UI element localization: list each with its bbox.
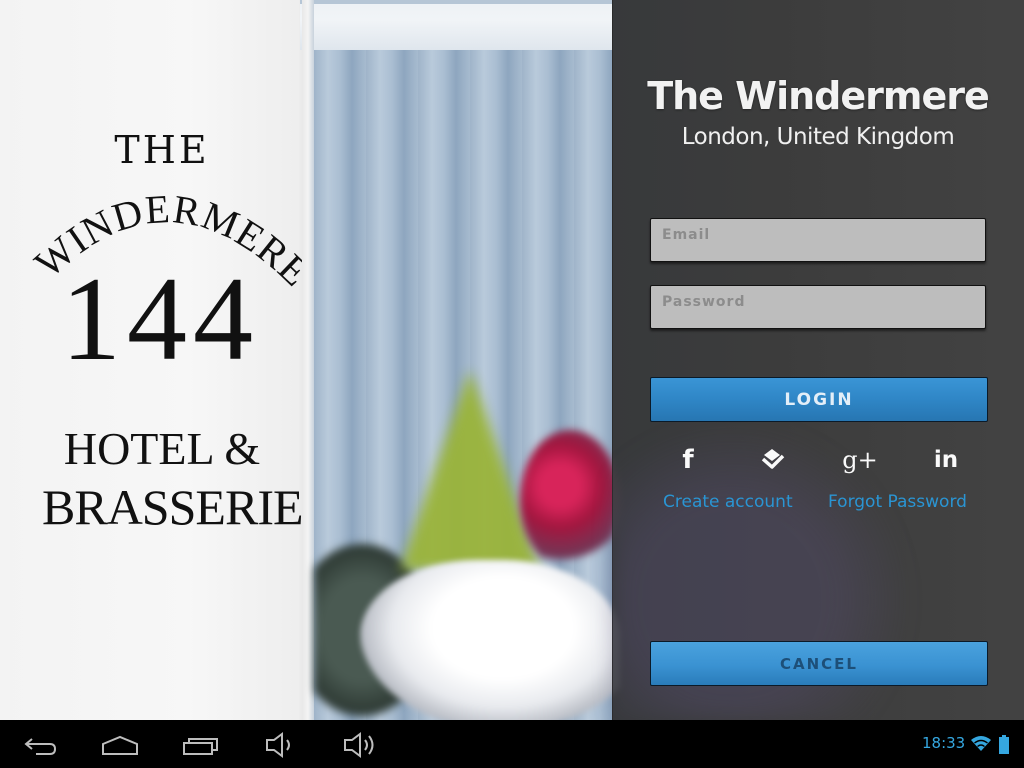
hotel-location: London, United Kingdom (681, 124, 955, 150)
home-icon (102, 735, 138, 755)
conifer-plant-photo (400, 370, 540, 570)
foursquare-icon[interactable] (752, 442, 792, 478)
cancel-button[interactable]: CANCEL (650, 641, 988, 686)
linkedin-icon[interactable]: in (926, 442, 966, 478)
wifi-icon (970, 735, 992, 757)
window-frame (300, 0, 612, 50)
forgot-password-link[interactable]: Forgot Password (828, 492, 967, 512)
window-edge (302, 0, 314, 720)
volume-down-button[interactable] (264, 730, 296, 760)
email-field[interactable] (650, 218, 986, 262)
home-button[interactable] (100, 730, 140, 760)
back-button[interactable] (22, 730, 58, 760)
foursquare-glyph (761, 449, 785, 469)
sign-number: 144 (61, 252, 259, 385)
sign-text-hotel: HOTEL & (63, 423, 261, 474)
status-clock[interactable]: 18:33 (922, 734, 965, 752)
red-flowers-photo (520, 430, 620, 570)
app-screen: THE WINDERMERE 144 HOTEL & BRASSERIE The… (0, 0, 1024, 720)
volume-up-icon (344, 732, 374, 758)
login-button[interactable]: LOGIN (650, 377, 988, 422)
back-icon (24, 738, 57, 755)
hotel-title: The Windermere (647, 74, 990, 118)
recent-apps-button[interactable] (182, 730, 220, 760)
system-navigation-bar (0, 720, 1024, 768)
volume-up-button[interactable] (342, 730, 378, 760)
hotel-sign-photo: THE WINDERMERE 144 HOTEL & BRASSERIE (0, 0, 318, 720)
volume-down-icon (266, 732, 290, 758)
sign-text-the: THE (114, 128, 210, 172)
create-account-link[interactable]: Create account (663, 492, 793, 512)
white-flowers-photo (360, 560, 620, 720)
battery-icon (998, 735, 1010, 759)
google-plus-icon[interactable]: g+ (840, 442, 880, 478)
window-top (300, 0, 612, 4)
password-field[interactable] (650, 285, 986, 329)
sign-text-brasserie: BRASSERIE (42, 479, 304, 535)
recent-apps-icon (183, 738, 218, 755)
facebook-icon[interactable]: f (668, 442, 708, 478)
